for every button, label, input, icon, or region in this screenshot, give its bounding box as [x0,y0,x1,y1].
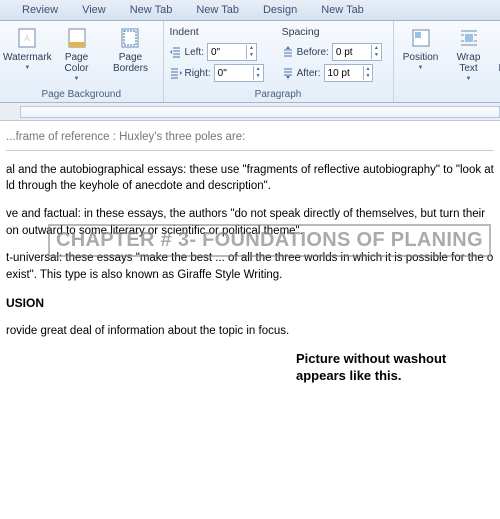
indent-right-field[interactable] [215,65,253,81]
doc-para-4: rovide great deal of information about t… [6,323,494,340]
indent-left-icon [170,46,182,58]
spacing-after-icon [282,67,294,79]
indent-left-field[interactable] [208,44,246,60]
doc-para-2: ve and factual: in these essays, the aut… [6,206,494,239]
group-paragraph: Indent Left: ▲▼ Right: ▲▼ [164,21,394,102]
spacing-before-field[interactable] [333,44,371,60]
tab-new1[interactable]: New Tab [118,0,185,20]
page-color-button[interactable]: Page Color ▼ [55,24,99,84]
watermark-button[interactable]: A Watermark ▼ [6,24,49,73]
after-label: After: [297,68,321,79]
chevron-down-icon: ▼ [466,76,472,82]
chevron-down-icon: ▼ [418,65,424,71]
chevron-down-icon: ▼ [74,76,80,82]
wrap-text-icon [457,26,481,50]
position-label: Position [403,52,439,63]
group-arrange: Position ▼ Wrap Text ▼ Bring Forward ▼ [394,21,500,102]
spin-down[interactable]: ▼ [372,52,381,59]
tab-new2[interactable]: New Tab [184,0,251,20]
ribbon-tabs: Review View New Tab New Tab Design New T… [0,0,500,21]
spacing-header: Spacing [282,26,382,40]
spin-up[interactable]: ▲ [247,45,256,52]
bring-forward-button[interactable]: Bring Forward ▼ [496,24,500,84]
chevron-down-icon: ▼ [24,65,30,71]
annotation-caption: Picture without washout appears like thi… [296,351,486,385]
wrap-text-label: Wrap Text [451,52,487,74]
doc-para-1: al and the autobiographical essays: thes… [6,162,494,195]
spacing-after-input[interactable]: ▲▼ [324,64,374,82]
group-label-page-bg: Page Background [6,87,157,102]
doc-line-cut: ...frame of reference : Huxley's three p… [6,129,494,151]
watermark-label: Watermark [3,52,52,63]
tab-new3[interactable]: New Tab [309,0,376,20]
document-text: ...frame of reference : Huxley's three p… [0,129,500,340]
tab-review[interactable]: Review [10,0,70,20]
group-label-arrange [400,87,500,102]
spin-down[interactable]: ▼ [247,52,256,59]
ribbon: A Watermark ▼ Page Color ▼ Page Borders … [0,21,500,103]
group-label-paragraph: Paragraph [170,87,387,102]
indent-right-icon [170,67,182,79]
page-borders-label: Page Borders [107,52,153,74]
before-label: Before: [297,47,329,58]
left-label: Left: [185,47,204,58]
spacing-before-input[interactable]: ▲▼ [332,43,382,61]
position-button[interactable]: Position ▼ [400,24,442,73]
page-color-label: Page Color [58,52,96,74]
position-icon [409,26,433,50]
spin-down[interactable]: ▼ [254,73,263,80]
spacing-before-icon [282,46,294,58]
indent-left-input[interactable]: ▲▼ [207,43,257,61]
indent-right-input[interactable]: ▲▼ [214,64,264,82]
horizontal-ruler[interactable] [0,103,500,121]
tab-design[interactable]: Design [251,0,309,20]
doc-para-3: t-universal: these essays "make the best… [6,250,494,283]
doc-heading: USION [6,295,494,312]
spin-up[interactable]: ▲ [372,45,381,52]
indent-header: Indent [170,26,264,40]
spin-down[interactable]: ▼ [364,73,373,80]
spin-up[interactable]: ▲ [364,66,373,73]
spin-up[interactable]: ▲ [254,66,263,73]
right-label: Right: [185,68,211,79]
svg-text:A: A [25,34,31,43]
document-area[interactable]: ...frame of reference : Huxley's three p… [0,121,500,519]
page-borders-icon [118,26,142,50]
page-color-icon [65,26,89,50]
group-page-background: A Watermark ▼ Page Color ▼ Page Borders … [0,21,164,102]
page-borders-button[interactable]: Page Borders [104,24,156,76]
watermark-icon: A [15,26,39,50]
spacing-after-field[interactable] [325,65,363,81]
tab-view[interactable]: View [70,0,118,20]
wrap-text-button[interactable]: Wrap Text ▼ [448,24,490,84]
